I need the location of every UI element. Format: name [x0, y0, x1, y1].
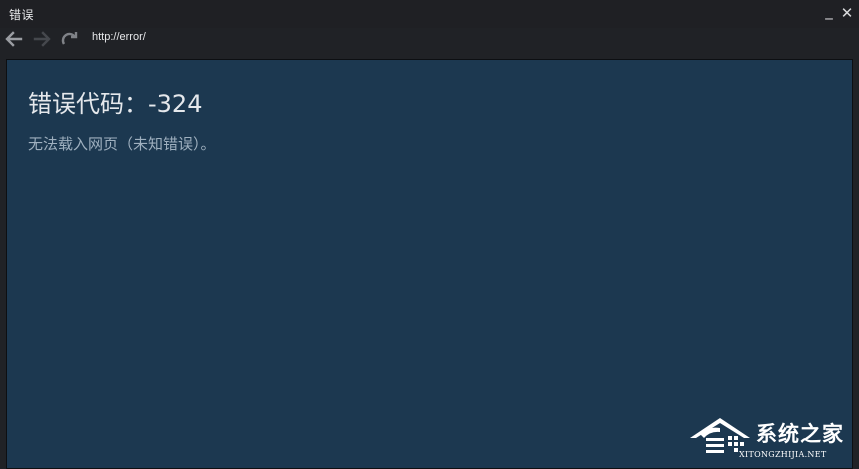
- watermark-subtext: XITONGZHIJIA.NET: [739, 450, 827, 459]
- navigation-toolbar: http://error/: [0, 28, 859, 58]
- reload-icon: [61, 32, 78, 45]
- forward-button[interactable]: [31, 28, 53, 50]
- title-bar: 错误 _ ✕: [0, 0, 859, 28]
- arrow-left-icon: [5, 31, 23, 47]
- browser-window: 错误 _ ✕ http://error/ 错误代码：-324 无法载入网页（未知…: [0, 0, 859, 469]
- window-title: 错误: [9, 8, 35, 22]
- address-text[interactable]: http://error/: [92, 31, 146, 43]
- reload-button[interactable]: [59, 28, 81, 50]
- watermark-text: 系统之家: [756, 422, 844, 446]
- arrow-right-icon: [33, 31, 51, 47]
- error-description: 无法载入网页（未知错误）。: [28, 135, 216, 153]
- page-content: 错误代码：-324 无法载入网页（未知错误）。: [6, 59, 853, 469]
- close-button[interactable]: ✕: [838, 4, 856, 22]
- watermark: 系统之家 XITONGZHIJIA.NET: [686, 410, 851, 466]
- minimize-button[interactable]: _: [820, 2, 838, 20]
- error-heading: 错误代码：-324: [28, 90, 203, 118]
- back-button[interactable]: [3, 28, 25, 50]
